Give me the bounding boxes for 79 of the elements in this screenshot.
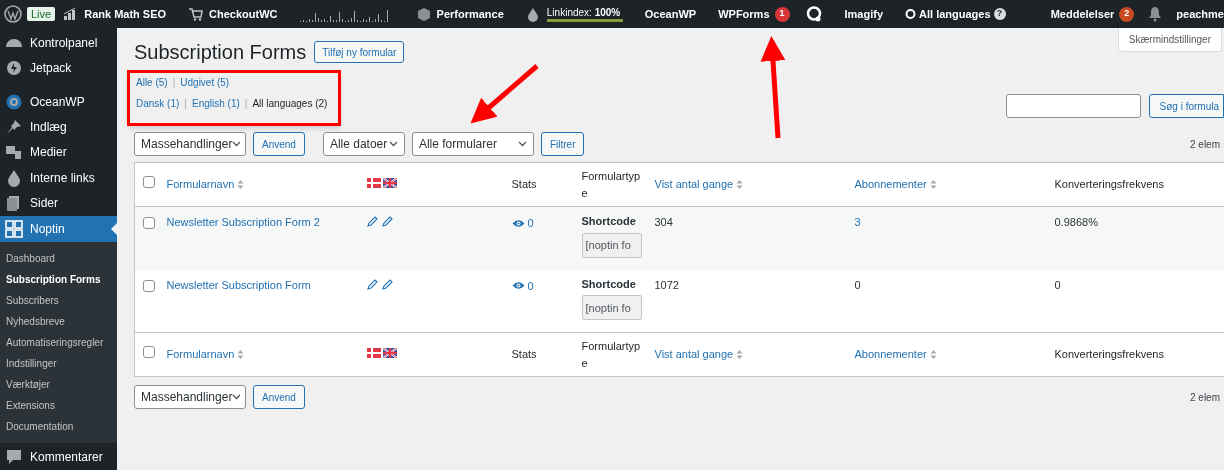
column-header[interactable]: Stats [511, 346, 537, 363]
menu-link[interactable]: Rank Math SEO [84, 5, 167, 23]
form-type: Shortcode [581, 214, 637, 229]
apply-button[interactable]: Anvend [253, 385, 305, 409]
count-badge: 1 [774, 6, 790, 22]
help-icon[interactable]: ? [993, 8, 1006, 20]
sidebar-item[interactable]: Interne links [0, 165, 117, 191]
column-header[interactable]: Konverteringsfrekvens [1054, 176, 1164, 193]
column-header[interactable]: Formularnavn [166, 176, 245, 193]
sidebar-item[interactable]: OceanWP [0, 88, 117, 115]
filter-button[interactable]: Filtrer [540, 132, 585, 156]
item-count: 2 elem [1190, 138, 1220, 152]
linkindex-label[interactable]: Linkindex: 100% [546, 6, 623, 18]
submenu-item[interactable]: Automatiseringsregler [0, 331, 117, 353]
submenu-item[interactable]: Subscription Forms [0, 268, 117, 290]
item-count: 2 elem [1190, 391, 1220, 405]
submenu-item[interactable]: Indstillinger [0, 352, 117, 374]
user-name[interactable]: peachme [1176, 5, 1224, 23]
search-button[interactable]: Søg i formula [1148, 94, 1224, 118]
menu-link[interactable]: WPForms [718, 5, 770, 23]
menu-link[interactable]: Performance [436, 5, 504, 23]
column-header[interactable]: Stats [511, 176, 537, 193]
column-header[interactable]: Vist antal gange [654, 176, 744, 193]
bulk-actions-select[interactable]: Massehandlinger [134, 132, 246, 156]
submenu-item[interactable]: Documentation [0, 415, 117, 437]
sidebar-item[interactable]: Kontrolpanel [0, 30, 117, 56]
form-filter-select[interactable]: Alle formularer [411, 132, 534, 156]
submenu-item[interactable]: Subscribers [0, 289, 117, 311]
shortcode-field[interactable]: [noptin fo [581, 295, 642, 320]
filter-link[interactable]: Alle (5) [136, 75, 168, 90]
form-name-link[interactable]: Newsletter Subscription Form [166, 278, 311, 291]
count-badge: 2 [1119, 6, 1135, 22]
menu-link[interactable]: Meddelelser [1050, 5, 1115, 23]
separator: | [244, 97, 248, 111]
sidebar-item[interactable]: Sider [0, 190, 117, 217]
menu-link[interactable]: CheckoutWC [209, 5, 278, 23]
subscribers-link[interactable]: 3 [848, 206, 1049, 270]
submenu-item[interactable]: Værktøjer [0, 373, 117, 395]
date-filter-select[interactable]: Alle datoer [322, 132, 405, 156]
submenu-item[interactable]: Extensions [0, 394, 117, 416]
sidebar-item[interactable]: Noptin [0, 216, 117, 242]
shortcode-field[interactable]: [noptin fo [581, 232, 642, 258]
apply-button[interactable]: Anvend [253, 132, 305, 156]
add-new-button[interactable]: Tilføj ny formular [314, 41, 405, 63]
menu-link[interactable]: Imagify [844, 5, 884, 23]
column-header[interactable]: Abonnementer [854, 176, 937, 193]
sidebar-item[interactable]: Medier [0, 139, 117, 166]
filter-link[interactable]: Dansk (1) [136, 96, 180, 111]
form-name-link[interactable]: Newsletter Subscription Form 2 [166, 216, 320, 228]
separator: | [172, 76, 176, 90]
column-header[interactable]: Vist antal gange [654, 346, 744, 363]
column-header[interactable]: Formulartype [581, 338, 643, 371]
table-cell: 0.9868% [1048, 206, 1224, 270]
sidebar-item[interactable]: Jetpack [0, 55, 117, 81]
column-header[interactable]: Formulartype [581, 168, 643, 201]
table-cell: 0 [1048, 269, 1224, 333]
sidebar-item[interactable]: Kommentarer [0, 444, 117, 470]
table-cell: 0 [848, 269, 1049, 333]
page-title: Subscription Forms [134, 40, 307, 65]
submenu-item[interactable]: Dashboard [0, 247, 117, 269]
menu-link[interactable]: All languages [919, 5, 991, 23]
separator: | [184, 97, 187, 111]
form-type: Shortcode [581, 276, 637, 292]
bulk-actions-select[interactable]: Massehandlinger [134, 385, 246, 409]
menu-link[interactable]: OceanWP [644, 5, 697, 23]
column-header[interactable]: Konverteringsfrekvens [1054, 346, 1164, 363]
sidebar-item[interactable]: Indlæg [0, 114, 117, 140]
stats-link[interactable]: 0 [527, 277, 534, 294]
filter-link[interactable]: English (1) [191, 96, 240, 111]
live-badge[interactable]: Live [27, 7, 56, 21]
stats-link[interactable]: 0 [527, 215, 534, 232]
table-cell: 304 [648, 206, 849, 270]
table-cell: 1072 [648, 269, 849, 333]
filter-link[interactable]: All languages (2) [252, 96, 328, 111]
column-header[interactable]: Abonnementer [854, 346, 937, 363]
screen-options-tab[interactable]: Skærmindstillinger [1117, 28, 1222, 52]
submenu-item[interactable]: Nyhedsbreve [0, 310, 117, 332]
column-header[interactable]: Formularnavn [166, 346, 245, 363]
filter-link[interactable]: Udgivet (5) [180, 75, 230, 90]
